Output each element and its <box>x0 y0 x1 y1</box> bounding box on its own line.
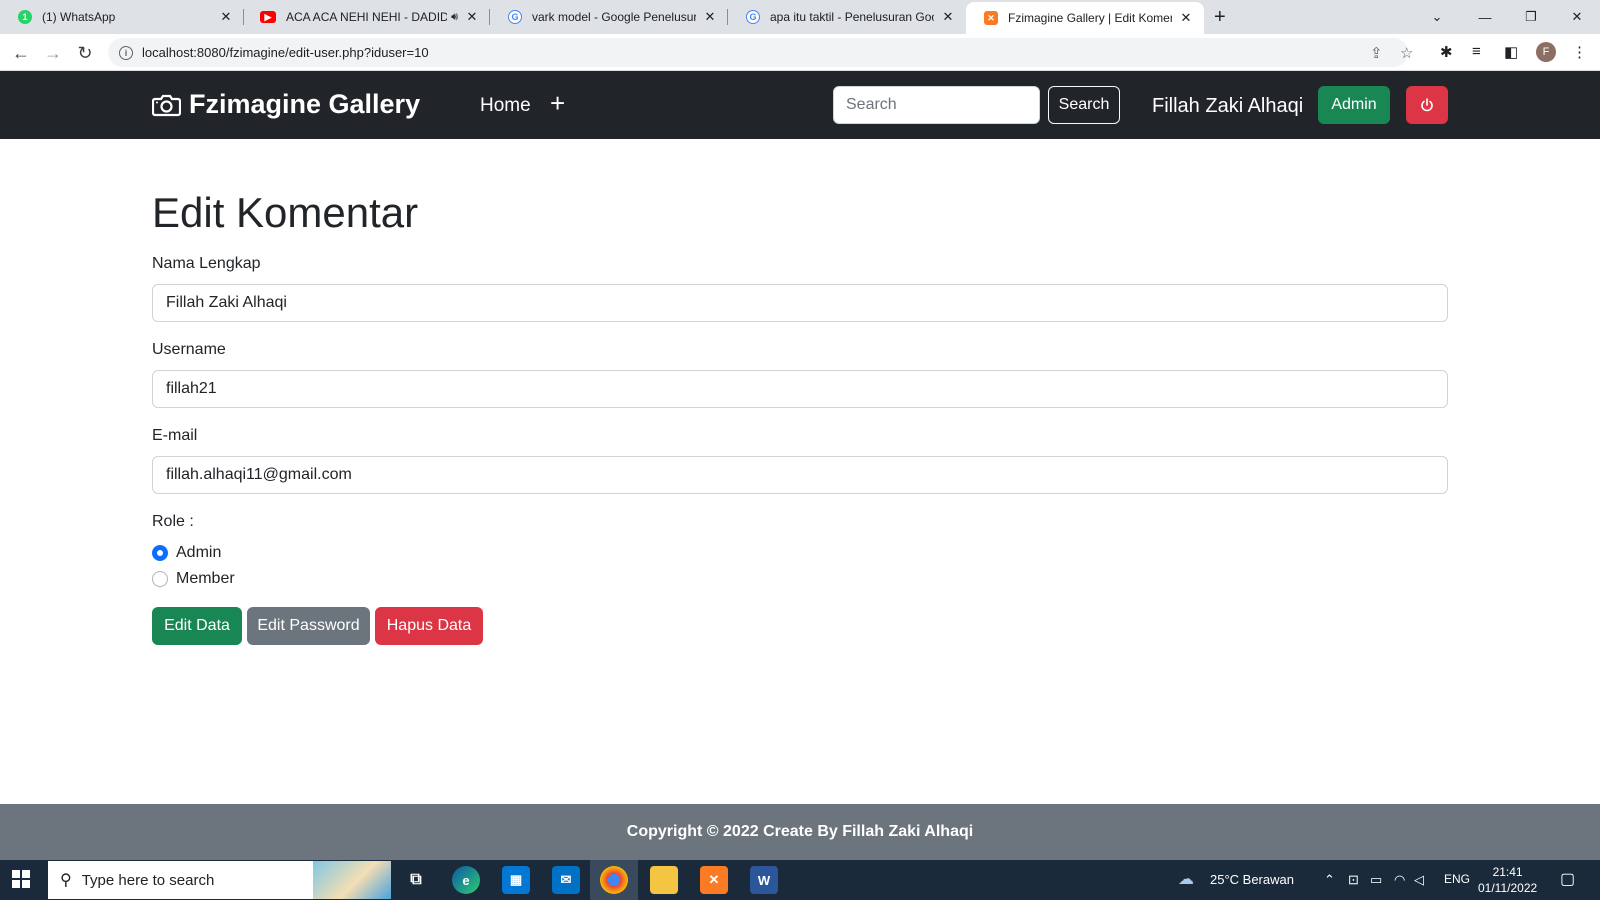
delete-data-button[interactable]: Hapus Data <box>375 607 483 645</box>
tab-whatsapp[interactable]: 1 (1) WhatsApp ✕ <box>0 0 244 34</box>
weather-text[interactable]: 25°C Berawan <box>1210 872 1294 887</box>
tab-youtube[interactable]: ▶ ACA ACA NEHI NEHI - DADIDADIDA 🔊︎ ✕ <box>244 0 490 34</box>
reload-button[interactable]: ↻ <box>72 40 98 66</box>
site-navbar: Fzimagine Gallery Home + Search Fillah Z… <box>0 71 1600 139</box>
role-option-member[interactable]: Member <box>152 570 235 588</box>
site-info-icon[interactable]: i <box>119 45 133 60</box>
tab-title: apa itu taktil - Penelusuran Google <box>770 10 934 24</box>
edit-data-button[interactable]: Edit Data <box>152 607 242 645</box>
search-button[interactable]: Search <box>1048 86 1120 124</box>
clock-time: 21:41 <box>1492 865 1523 879</box>
audio-playing-icon[interactable]: 🔊︎ <box>451 11 458 24</box>
profile-avatar[interactable]: F <box>1536 42 1556 62</box>
taskbar-search-placeholder: Type here to search <box>81 871 215 889</box>
radio-admin[interactable] <box>152 545 168 561</box>
google-icon: G <box>508 10 522 24</box>
email-label: E-mail <box>152 427 198 444</box>
edge-icon[interactable]: e <box>452 866 480 894</box>
mail-icon[interactable]: ✉ <box>552 866 580 894</box>
weather-cloud-icon[interactable]: ☁ <box>1178 869 1194 889</box>
battery-icon[interactable]: ▭ <box>1370 872 1382 888</box>
tab-google-taktil[interactable]: G apa itu taktil - Penelusuran Google ✕ <box>728 0 966 34</box>
notification-icon[interactable]: ▢ <box>1560 869 1575 889</box>
volume-icon[interactable]: ◁ <box>1414 872 1424 888</box>
back-button[interactable]: ← <box>8 40 34 66</box>
site-footer: Copyright © 2022 Create By Fillah Zaki A… <box>0 804 1600 860</box>
close-window-button[interactable]: ✕ <box>1554 0 1600 34</box>
file-explorer-icon[interactable] <box>650 866 678 894</box>
logout-button[interactable] <box>1406 86 1448 124</box>
browser-tab-bar: 1 (1) WhatsApp ✕ ▶ ACA ACA NEHI NEHI - D… <box>0 0 1600 34</box>
search-highlight-image <box>313 861 391 899</box>
wifi-icon[interactable]: ◠ <box>1394 872 1405 888</box>
extensions-icon[interactable]: ✱ <box>1440 43 1453 61</box>
tab-title: Fzimagine Gallery | Edit Komentar <box>1008 11 1172 25</box>
meet-now-icon[interactable]: ⊡ <box>1348 872 1359 888</box>
camera-icon <box>152 94 181 116</box>
url-text[interactable]: localhost:8080/fzimagine/edit-user.php?i… <box>142 45 429 60</box>
minimize-button[interactable]: — <box>1462 0 1508 34</box>
close-tab-icon[interactable]: ✕ <box>464 9 480 25</box>
nav-home-link[interactable]: Home <box>480 95 531 117</box>
taskbar-clock[interactable]: 21:41 01/11/2022 <box>1478 864 1537 896</box>
search-input[interactable] <box>833 86 1040 124</box>
radio-member[interactable] <box>152 571 168 587</box>
media-control-icon[interactable]: ≡ <box>1472 43 1481 60</box>
brand-link[interactable]: Fzimagine Gallery <box>152 89 420 120</box>
side-panel-icon[interactable]: ◧ <box>1504 43 1518 61</box>
search-icon: ⚲ <box>60 872 72 889</box>
fullname-label: Nama Lengkap <box>152 255 261 272</box>
close-tab-icon[interactable]: ✕ <box>702 9 718 25</box>
edit-password-button[interactable]: Edit Password <box>247 607 370 645</box>
add-post-button[interactable]: + <box>550 90 565 116</box>
whatsapp-icon: 1 <box>18 10 32 24</box>
page-title: Edit Komentar <box>152 189 419 236</box>
role-label: Role : <box>152 513 194 530</box>
menu-kebab-icon[interactable]: ⋮ <box>1572 43 1587 61</box>
chrome-icon[interactable] <box>600 866 628 894</box>
close-tab-icon[interactable]: ✕ <box>1178 10 1194 26</box>
forward-button[interactable]: → <box>40 40 66 66</box>
word-icon[interactable]: W <box>750 866 778 894</box>
close-tab-icon[interactable]: ✕ <box>940 9 956 25</box>
xampp-icon: ✕ <box>984 11 998 25</box>
radio-label: Member <box>176 570 235 587</box>
power-icon <box>1421 98 1433 112</box>
restore-button[interactable]: ❐ <box>1508 0 1554 34</box>
close-tab-icon[interactable]: ✕ <box>218 9 234 25</box>
tab-title: vark model - Google Penelusuran <box>532 10 696 24</box>
taskbar-search-box[interactable]: ⚲ Type here to search <box>48 861 391 899</box>
current-user-name: Fillah Zaki Alhaqi <box>1152 95 1304 117</box>
language-indicator[interactable]: ENG <box>1444 872 1470 886</box>
tab-search-icon[interactable]: ⌄ <box>1414 0 1460 34</box>
clock-date: 01/11/2022 <box>1478 881 1538 895</box>
username-label: Username <box>152 341 226 358</box>
google-icon: G <box>746 10 760 24</box>
windows-start-icon[interactable] <box>12 870 30 888</box>
brand-name: Fzimagine Gallery <box>189 89 421 119</box>
tray-overflow-icon[interactable]: ⌃ <box>1324 872 1335 888</box>
email-field[interactable]: fillah.alhaqi11@gmail.com <box>152 456 1448 494</box>
form-actions: Edit Data Edit Password Hapus Data <box>152 607 1448 645</box>
admin-button[interactable]: Admin <box>1318 86 1390 124</box>
username-field[interactable]: fillah21 <box>152 370 1448 408</box>
fullname-field[interactable]: Fillah Zaki Alhaqi <box>152 284 1448 322</box>
bookmark-star-icon[interactable]: ☆ <box>1400 44 1413 62</box>
tab-google-vark[interactable]: G vark model - Google Penelusuran ✕ <box>490 0 728 34</box>
copyright-text: Copyright © 2022 Create By Fillah Zaki A… <box>626 823 974 840</box>
tab-title: (1) WhatsApp <box>42 10 116 24</box>
windows-taskbar: ⚲ Type here to search ⧉ e ▦ ✉ ✕ W ☁ 25°C… <box>0 860 1600 900</box>
browser-toolbar: ← → ↻ i localhost:8080/fzimagine/edit-us… <box>0 34 1600 71</box>
task-view-icon[interactable]: ⧉ <box>402 866 430 894</box>
address-bar[interactable]: i localhost:8080/fzimagine/edit-user.php… <box>108 38 1413 67</box>
tab-fzimagine[interactable]: ✕ Fzimagine Gallery | Edit Komentar ✕ <box>966 2 1204 34</box>
radio-label: Admin <box>176 544 222 561</box>
store-icon[interactable]: ▦ <box>502 866 530 894</box>
youtube-icon: ▶ <box>260 11 276 23</box>
share-icon[interactable]: ⇪ <box>1370 44 1383 62</box>
role-option-admin[interactable]: Admin <box>152 544 221 562</box>
tab-title: ACA ACA NEHI NEHI - DADIDADIDA <box>286 10 448 24</box>
new-tab-button[interactable]: + <box>1214 6 1226 29</box>
xampp-icon[interactable]: ✕ <box>700 866 728 894</box>
